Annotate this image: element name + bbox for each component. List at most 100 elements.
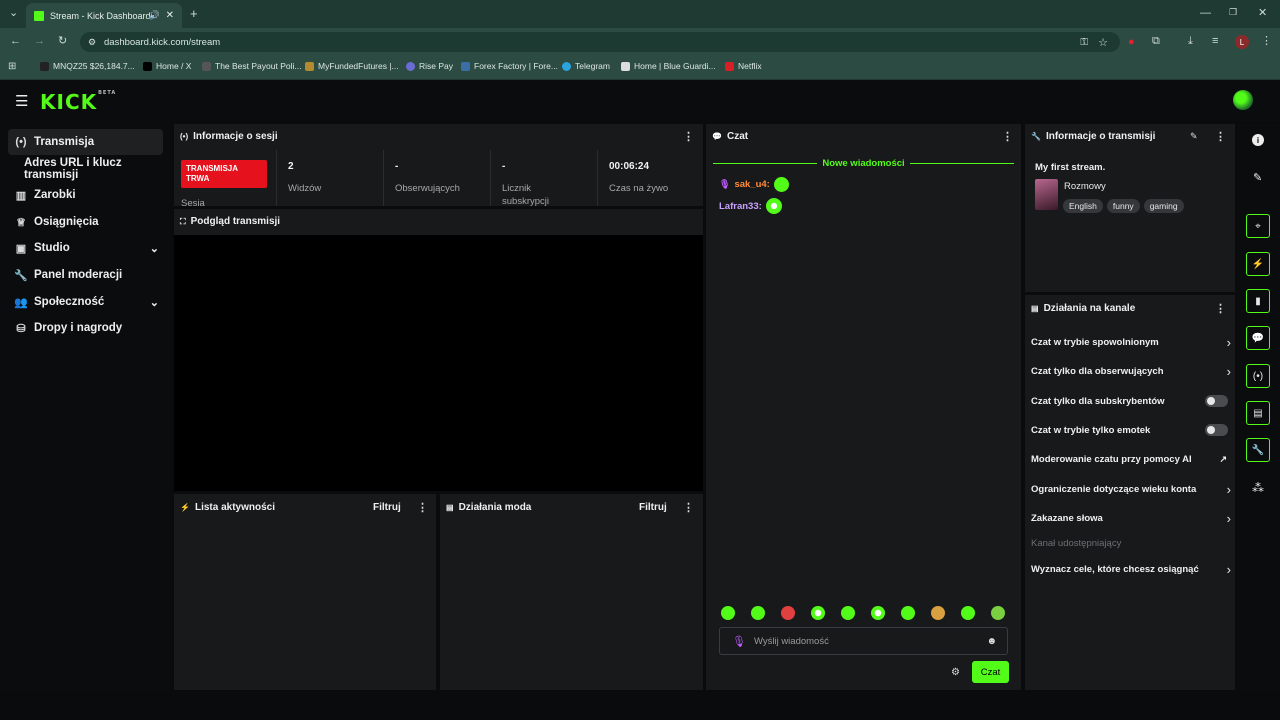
stream-title: My first stream. [1035,162,1106,173]
category-name[interactable]: Rozmowy [1064,181,1106,192]
tag-list: English funny gaming [1063,196,1188,214]
site-info-icon[interactable]: ⚙ [88,37,96,48]
bookmark-item[interactable]: Rise Pay [406,61,453,71]
stream-info-menu-icon[interactable]: ⋮ [1215,130,1226,143]
stream-preview-panel [174,209,703,491]
activity-filter-button[interactable]: Filtruj [373,502,401,513]
bookmark-item[interactable]: MNQZ25 $26,184.7... [40,61,135,71]
hamburger-menu-icon[interactable]: ☰ [15,92,28,110]
apps-grid-icon[interactable]: ⊞ [8,62,16,72]
slow-mode-row[interactable]: Czat w trybie spowolnionym › [1031,335,1231,350]
quick-action-broadcast-icon[interactable]: (•) [1246,364,1270,388]
app-header [0,81,1280,121]
back-icon[interactable]: ← [10,36,21,47]
kick-logo[interactable]: KICKBETA [40,90,116,114]
sidebar-item-dropy[interactable]: ⛁ Dropy i nagrody [8,315,163,341]
tag[interactable]: gaming [1143,199,1184,213]
bookmark-item[interactable]: The Best Payout Poli... [202,61,301,71]
download-icon[interactable]: ⤓ [1188,36,1193,47]
chat-menu-icon[interactable]: ⋮ [1002,130,1013,143]
emote-button[interactable] [751,606,765,620]
emote-only-toggle[interactable] [1205,424,1228,436]
tag[interactable]: funny [1106,199,1140,213]
bookmark-item[interactable]: Telegram [562,61,610,71]
chevron-right-icon: › [1226,482,1231,497]
tag[interactable]: English [1063,199,1103,213]
chevron-down-icon[interactable]: ⌄ [150,296,159,309]
followers-only-row[interactable]: Czat tylko dla obserwujących › [1031,364,1231,379]
sidebar-item-osiagniecia[interactable]: ♕ Osiągnięcia [8,209,163,235]
bookmark-item[interactable]: Home | Blue Guardi... [621,61,716,71]
bookmark-item[interactable]: MyFundedFutures |... [305,61,399,71]
emote-button[interactable] [991,606,1005,620]
bookmark-star-icon[interactable]: ☆ [1098,36,1108,49]
mod-actions-filter-button[interactable]: Filtruj [639,502,667,513]
mic-icon[interactable]: 🎙 [732,635,746,648]
mod-actions-menu-icon[interactable]: ⋮ [683,501,694,514]
bookmark-item[interactable]: Forex Factory | Fore... [461,61,558,71]
goals-row[interactable]: Wyznacz cele, które chcesz osiągnąć › [1031,562,1231,577]
profile-avatar[interactable]: L [1235,35,1249,49]
quick-action-list-icon[interactable]: ▤ [1246,401,1270,425]
quick-action-chat-icon[interactable]: 💬 [1246,326,1270,350]
emote-button[interactable] [721,606,735,620]
subs-only-toggle[interactable] [1205,395,1228,407]
emote-button[interactable] [931,606,945,620]
sidebar-item-studio[interactable]: ▣ Studio ⌄ [8,235,163,261]
edit-pencil-icon[interactable]: ✎ [1190,131,1198,142]
quick-action-focus-icon[interactable]: ⌖ [1246,214,1270,238]
chat-input-box[interactable]: 🎙 Wyślij wiadomość ☻ [719,627,1008,655]
quick-action-wrench-icon[interactable]: 🔧 [1246,438,1270,462]
sidebar-item-panel-moderacji[interactable]: 🔧 Panel moderacji [8,262,163,288]
emoji-picker-icon[interactable]: ☻ [986,636,997,647]
browser-menu-icon[interactable]: ⋮ [1261,36,1272,47]
quick-action-bolt-icon[interactable]: ⚡ [1246,252,1270,276]
pencil-icon[interactable]: ✎ [1253,171,1262,184]
banned-words-row[interactable]: Zakazane słowa › [1031,511,1231,526]
ai-moderation-row[interactable]: Moderowanie czatu przy pomocy AI ↗ [1031,454,1231,465]
emote-button[interactable] [901,606,915,620]
tab-audio-icon[interactable]: 🔊 [149,10,160,21]
emote-button[interactable] [781,606,795,620]
category-thumbnail[interactable] [1035,179,1058,210]
emote-button[interactable] [811,606,825,620]
url-input[interactable]: ⚙ dashboard.kick.com/stream ⚿ ☆ [80,32,1120,52]
quick-action-document-icon[interactable]: ▮ [1246,289,1270,313]
sidebar-item-transmisja[interactable]: (•) Transmisja [8,129,163,155]
new-tab-icon[interactable]: + [190,7,198,20]
age-restriction-row[interactable]: Ograniczenie dotyczące wieku konta › [1031,482,1231,497]
close-window-icon[interactable]: ✕ [1258,8,1267,19]
new-messages-divider[interactable]: Nowe wiadomości [713,157,1015,169]
bookmark-item[interactable]: Netflix [725,61,762,71]
extensions-puzzle-icon[interactable]: ⧉ [1152,36,1160,47]
forward-icon[interactable]: → [34,36,45,47]
extension-icon[interactable]: ● [1128,37,1135,48]
emote-button[interactable] [871,606,885,620]
emote-button[interactable] [841,606,855,620]
channel-actions-menu-icon[interactable]: ⋮ [1215,302,1226,315]
restore-icon[interactable]: ❐ [1229,8,1237,17]
media-control-icon[interactable]: ≡ [1212,36,1218,47]
info-icon[interactable]: i [1252,134,1264,146]
add-widget-icon[interactable]: ⁂ [1252,481,1264,495]
minimize-icon[interactable]: — [1200,8,1211,19]
tab-close-icon[interactable]: ✕ [166,10,174,21]
emote-button[interactable] [961,606,975,620]
sidebar-item-zarobki[interactable]: ▥ Zarobki [8,182,163,208]
chat-username[interactable]: sak_u4: [734,179,769,190]
reload-icon[interactable]: ↻ [58,36,67,47]
browser-tab[interactable]: Stream - Kick Dashboard 🔊 ✕ [26,3,182,28]
chevron-down-icon[interactable]: ⌄ [150,242,159,255]
activity-menu-icon[interactable]: ⋮ [417,501,428,514]
chat-username[interactable]: Lafran33: [719,201,762,212]
bookmark-item[interactable]: Home / X [143,61,191,71]
user-avatar[interactable] [1233,90,1253,110]
chat-settings-icon[interactable]: ⚙ [951,667,960,678]
session-menu-icon[interactable]: ⋮ [683,130,694,143]
sidebar-item-stream-url-key[interactable]: Adres URL i klucz transmisji [24,156,170,182]
sidebar-item-spolecznosc[interactable]: 👥 Społeczność ⌄ [8,289,163,315]
chat-send-button[interactable]: Czat [972,661,1009,683]
chevron-right-icon: › [1226,335,1231,350]
tab-list-icon[interactable]: ⌄ [9,8,18,19]
password-key-icon[interactable]: ⚿ [1080,37,1088,48]
